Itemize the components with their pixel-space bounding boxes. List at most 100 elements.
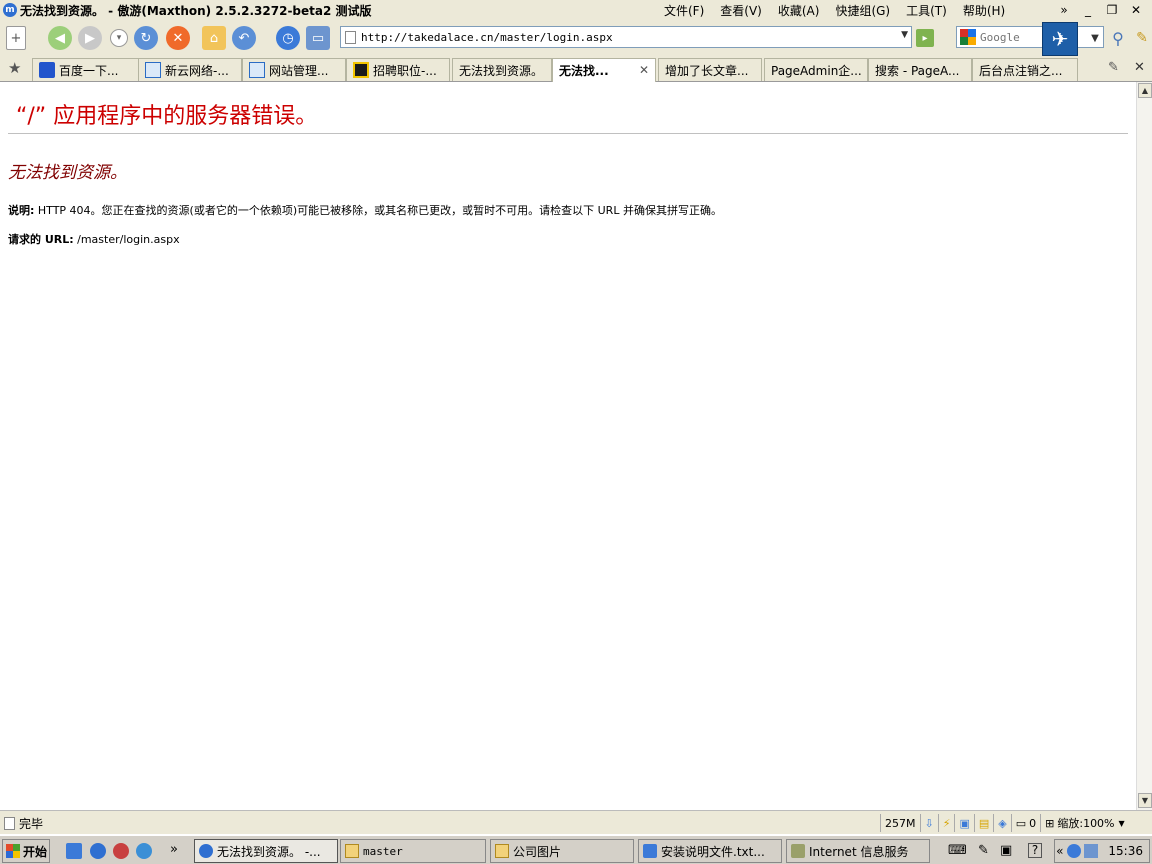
folder-icon[interactable]: ▤	[973, 814, 993, 832]
undo-close-icon[interactable]: ↶	[232, 26, 256, 50]
tab-label: PageAdmin企...	[771, 63, 862, 78]
forward-icon[interactable]: ▶	[78, 26, 102, 50]
iis-icon	[791, 844, 805, 858]
task-company-images[interactable]: 公司图片	[490, 839, 634, 863]
maxthon-quicklaunch-icon[interactable]	[90, 843, 106, 859]
address-bar[interactable]: ▼	[340, 26, 912, 48]
wrench-icon[interactable]: ✎	[1108, 60, 1119, 75]
popup-counter[interactable]: ▭ 0	[1010, 814, 1040, 832]
ie-quicklaunch-icon[interactable]	[136, 843, 152, 859]
requested-url-label: 请求的 URL:	[8, 233, 74, 246]
search-dropdown-icon[interactable]: ▼	[1088, 31, 1102, 45]
menu-view[interactable]: 查看(V)	[720, 2, 762, 19]
download-icon[interactable]: ⇩	[919, 814, 938, 832]
menu-help[interactable]: 帮助(H)	[963, 2, 1005, 19]
tab-close-icon[interactable]: ✕	[639, 63, 649, 77]
tab-not-found-active[interactable]: 无法找... ✕	[552, 58, 656, 82]
description-label: 说明:	[8, 204, 35, 217]
menu-file[interactable]: 文件(F)	[664, 2, 704, 19]
start-label: 开始	[23, 844, 48, 859]
app-quicklaunch-icon[interactable]	[113, 843, 129, 859]
requested-url-value: /master/login.aspx	[73, 233, 180, 246]
tab-label: 搜索 - PageA...	[875, 63, 960, 78]
address-dropdown-icon[interactable]: ▼	[901, 30, 908, 40]
taskbar: 开始 » 无法找到资源。 -... master 公司图片 安装说明文件.txt…	[0, 834, 1152, 864]
tab-not-found-1[interactable]: 无法找到资源。	[452, 58, 552, 81]
scroll-up-icon[interactable]: ▲	[1138, 83, 1152, 98]
refresh-icon[interactable]: ↻	[134, 26, 158, 50]
help-icon[interactable]: ?	[1028, 843, 1042, 858]
window-icon[interactable]: ▣	[954, 814, 973, 832]
menu-groups[interactable]: 快捷组(G)	[835, 2, 890, 19]
task-iis[interactable]: Internet 信息服务	[786, 839, 930, 863]
tab-long-article[interactable]: 增加了长文章...	[658, 58, 762, 81]
security-tray-icon[interactable]	[1067, 844, 1082, 858]
network-tray-icon[interactable]	[1084, 844, 1099, 858]
memory-usage[interactable]: 257M	[880, 814, 920, 832]
tab-label: 增加了长文章...	[665, 63, 749, 78]
tablet-icon[interactable]: ▣	[1000, 843, 1012, 858]
description-text: HTTP 404。您正在查找的资源(或者它的一个依赖项)可能已被移除，或其名称已…	[34, 204, 722, 217]
tab-xinyun[interactable]: 新云网络-...	[138, 58, 242, 81]
more-chevron-icon[interactable]: »	[1052, 3, 1076, 17]
error-subtitle: 无法找到资源。	[8, 163, 127, 183]
task-install-notes[interactable]: 安装说明文件.txt...	[638, 839, 782, 863]
task-label: Internet 信息服务	[809, 844, 909, 859]
tab-label: 招聘职位-...	[373, 63, 437, 78]
show-desktop-icon[interactable]	[66, 843, 82, 859]
google-engine-icon[interactable]	[960, 29, 976, 45]
tab-search-pagea[interactable]: 搜索 - PageA...	[868, 58, 972, 81]
start-button[interactable]: 开始	[2, 839, 50, 863]
zoom-dropdown-icon[interactable]: ▼	[1119, 819, 1125, 828]
search-icon[interactable]: ⚲	[1106, 26, 1130, 50]
new-page-icon[interactable]: +	[6, 26, 26, 50]
task-master-folder[interactable]: master	[340, 839, 486, 863]
tab-site-admin[interactable]: 网站管理...	[242, 58, 346, 81]
close-button[interactable]: ✕	[1124, 3, 1148, 17]
tab-logout[interactable]: 后台点注销之...	[972, 58, 1078, 81]
favorites-star-icon[interactable]: ★	[8, 59, 21, 77]
clock[interactable]: 15:36	[1108, 844, 1143, 858]
title-bar: m 无法找到资源。 - 傲游(Maxthon) 2.5.2.3272-beta2…	[0, 0, 1152, 20]
go-icon[interactable]: ▸	[916, 29, 934, 47]
keyboard-icon[interactable]: ⌨	[948, 843, 967, 858]
stop-icon[interactable]: ✕	[166, 26, 190, 50]
maxthon-app-icon: m	[3, 3, 17, 17]
address-input[interactable]	[361, 30, 891, 44]
tab-pageadmin[interactable]: PageAdmin企...	[764, 58, 868, 81]
tab-jobs[interactable]: 招聘职位-...	[346, 58, 450, 81]
menu-favorites[interactable]: 收藏(A)	[778, 2, 820, 19]
folder-icon	[345, 844, 359, 858]
search-box[interactable]	[956, 26, 1104, 48]
flash-icon[interactable]: ⚡	[937, 814, 955, 832]
tab-label: 新云网络-...	[165, 63, 229, 78]
minimize-button[interactable]: _	[1076, 3, 1100, 17]
highlight-icon[interactable]: ✎	[1130, 26, 1152, 50]
tab-label: 网站管理...	[269, 63, 329, 78]
pen-icon[interactable]: ✎	[978, 843, 989, 858]
layers-icon[interactable]: ◈	[993, 814, 1010, 832]
tray-expand-icon[interactable]: «	[1056, 844, 1063, 858]
status-bar: 完毕 257M ⇩ ⚡ ▣ ▤ ◈ ▭ 0 ⊞ 缩放:100% ▼	[0, 810, 1152, 834]
menu-tools[interactable]: 工具(T)	[906, 2, 947, 19]
vertical-scrollbar[interactable]: ▲ ▼	[1136, 82, 1152, 810]
status-tools: 257M ⇩ ⚡ ▣ ▤ ◈ ▭ 0 ⊞ 缩放:100% ▼	[880, 814, 1129, 832]
tab-label: 无法找...	[559, 64, 609, 78]
zoom-icon: ⊞	[1045, 816, 1055, 830]
history-clock-icon[interactable]: ◷	[276, 26, 300, 50]
scroll-down-icon[interactable]: ▼	[1138, 793, 1152, 808]
notepad-icon	[643, 844, 657, 858]
history-dropdown-icon[interactable]: ▾	[110, 29, 128, 47]
search-input[interactable]	[980, 30, 1040, 44]
split-view-icon[interactable]: ▭	[306, 26, 330, 50]
baidu-paw-icon	[39, 62, 55, 78]
zoom-control[interactable]: ⊞ 缩放:100% ▼	[1040, 814, 1129, 832]
close-tab-icon[interactable]: ✕	[1134, 60, 1145, 75]
restore-button[interactable]: ❐	[1100, 3, 1124, 17]
quicklaunch-more-icon[interactable]: »	[170, 842, 178, 857]
tab-bar: ★ 百度一下... 新云网络-... 网站管理... 招聘职位-... 无法找到…	[0, 56, 1152, 82]
home-icon[interactable]: ⌂	[202, 26, 226, 50]
back-icon[interactable]: ◀	[48, 26, 72, 50]
tab-baidu[interactable]: 百度一下...	[32, 58, 142, 81]
task-browser[interactable]: 无法找到资源。 -...	[194, 839, 338, 863]
